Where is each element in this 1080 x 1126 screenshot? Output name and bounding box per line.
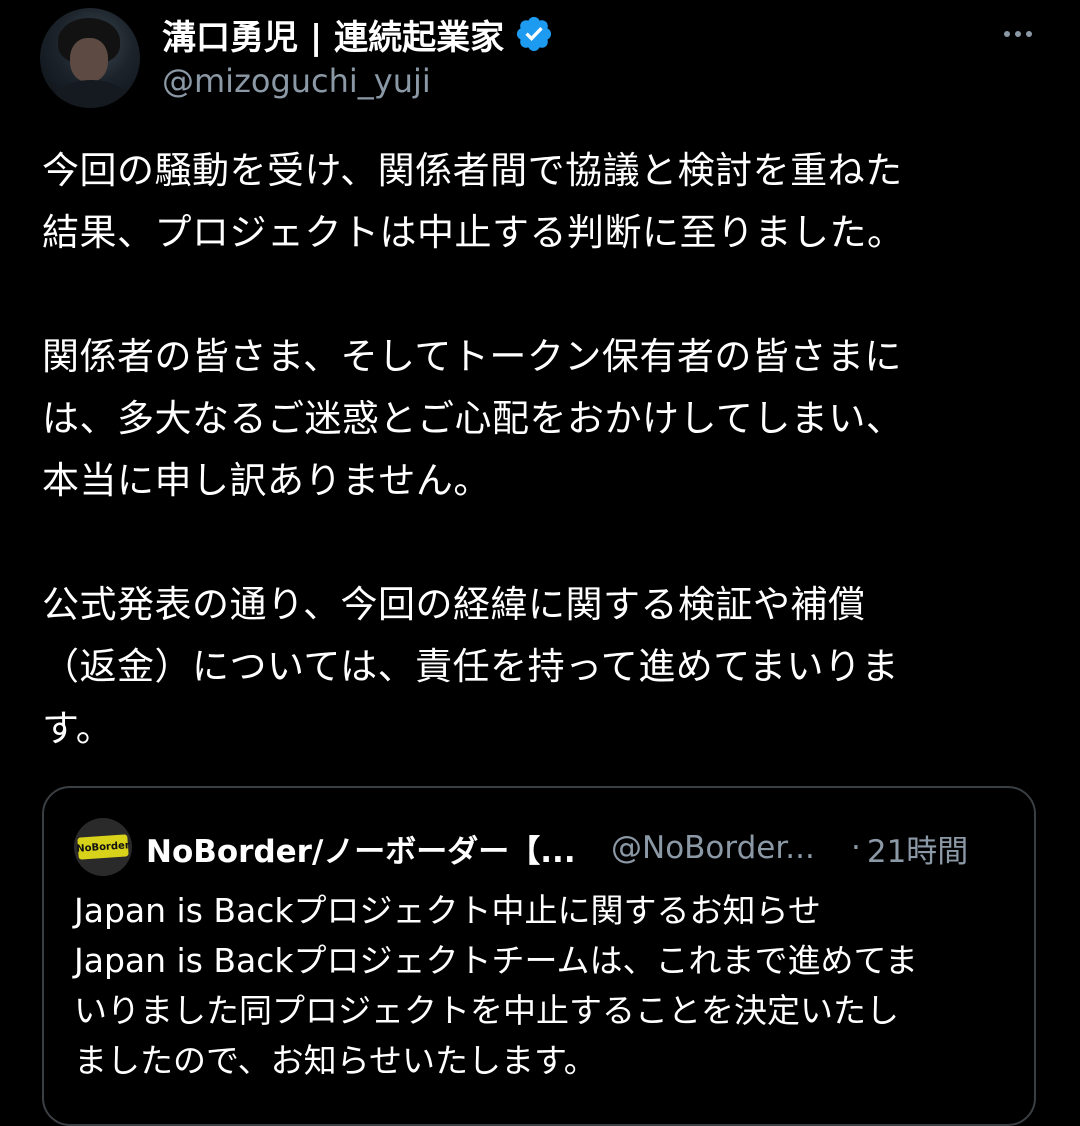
avatar-body (50, 80, 132, 108)
quoted-line: ましたので、お知らせいたします。 (74, 1041, 597, 1080)
quoted-author-handle: @NoBorder... (611, 830, 815, 866)
author-display-name[interactable]: 溝口勇児 | 連続起業家 (162, 10, 504, 59)
noborder-logo: NoBorder (76, 834, 130, 860)
author-name-row: 溝口勇児 | 連続起業家 (162, 10, 554, 58)
tweet-line: す。 (42, 707, 114, 750)
tweet-line: 結果、プロジェクトは中止する判断に至りました。 (42, 211, 905, 254)
author-avatar[interactable] (40, 8, 140, 108)
tweet-line: 関係者の皆さま、そしてトークン保有者の皆さまに (42, 335, 902, 378)
quoted-tweet-text: Japan is Backプロジェクト中止に関するお知らせ Japan is B… (74, 886, 1014, 1086)
separator-dot: · (851, 830, 861, 866)
author-handle[interactable]: @mizoguchi_yuji (162, 62, 431, 100)
quoted-tweet[interactable]: NoBorder NoBorder/ノーボーダー【... @NoBorder..… (42, 786, 1036, 1126)
tweet-line: は、多大なるご迷惑とご心配をおかけしてしまい、 (42, 397, 904, 440)
tweet-line: （返金）については、責任を持って進めてまいりま (42, 645, 899, 688)
tweet-body: 今回の騒動を受け、関係者間で協議と検討を重ねた 結果、プロジェクトは中止する判断… (42, 140, 1042, 760)
tweet-line: 公式発表の通り、今回の経緯に関する検証や補償 (42, 583, 866, 626)
more-dot (1004, 31, 1010, 37)
quoted-timestamp: 21時間 (866, 833, 969, 870)
quoted-tweet-header: NoBorder/ノーボーダー【... @NoBorder... · 21時間 (146, 826, 968, 870)
quoted-author-avatar: NoBorder (74, 818, 132, 876)
quoted-line: Japan is Backプロジェクト中止に関するお知らせ (74, 891, 821, 930)
quoted-line: いりました同プロジェクトを中止することを決定いたし (74, 991, 899, 1030)
verified-badge-icon (517, 16, 552, 52)
tweet-line: 今回の騒動を受け、関係者間で協議と検討を重ねた (42, 149, 903, 192)
more-options-icon[interactable] (992, 16, 1044, 52)
more-dot (1015, 31, 1021, 37)
avatar-face (70, 38, 108, 82)
quoted-line: Japan is Backプロジェクトチームは、これまで進めてま (74, 941, 918, 980)
tweet-line: 本当に申し訳ありません。 (42, 459, 491, 502)
quoted-author-name: NoBorder/ノーボーダー【... (146, 833, 576, 870)
more-dot (1026, 31, 1032, 37)
tweet: 溝口勇児 | 連続起業家 @mizoguchi_yuji 今回の騒動を受け、関係… (0, 0, 1080, 1126)
